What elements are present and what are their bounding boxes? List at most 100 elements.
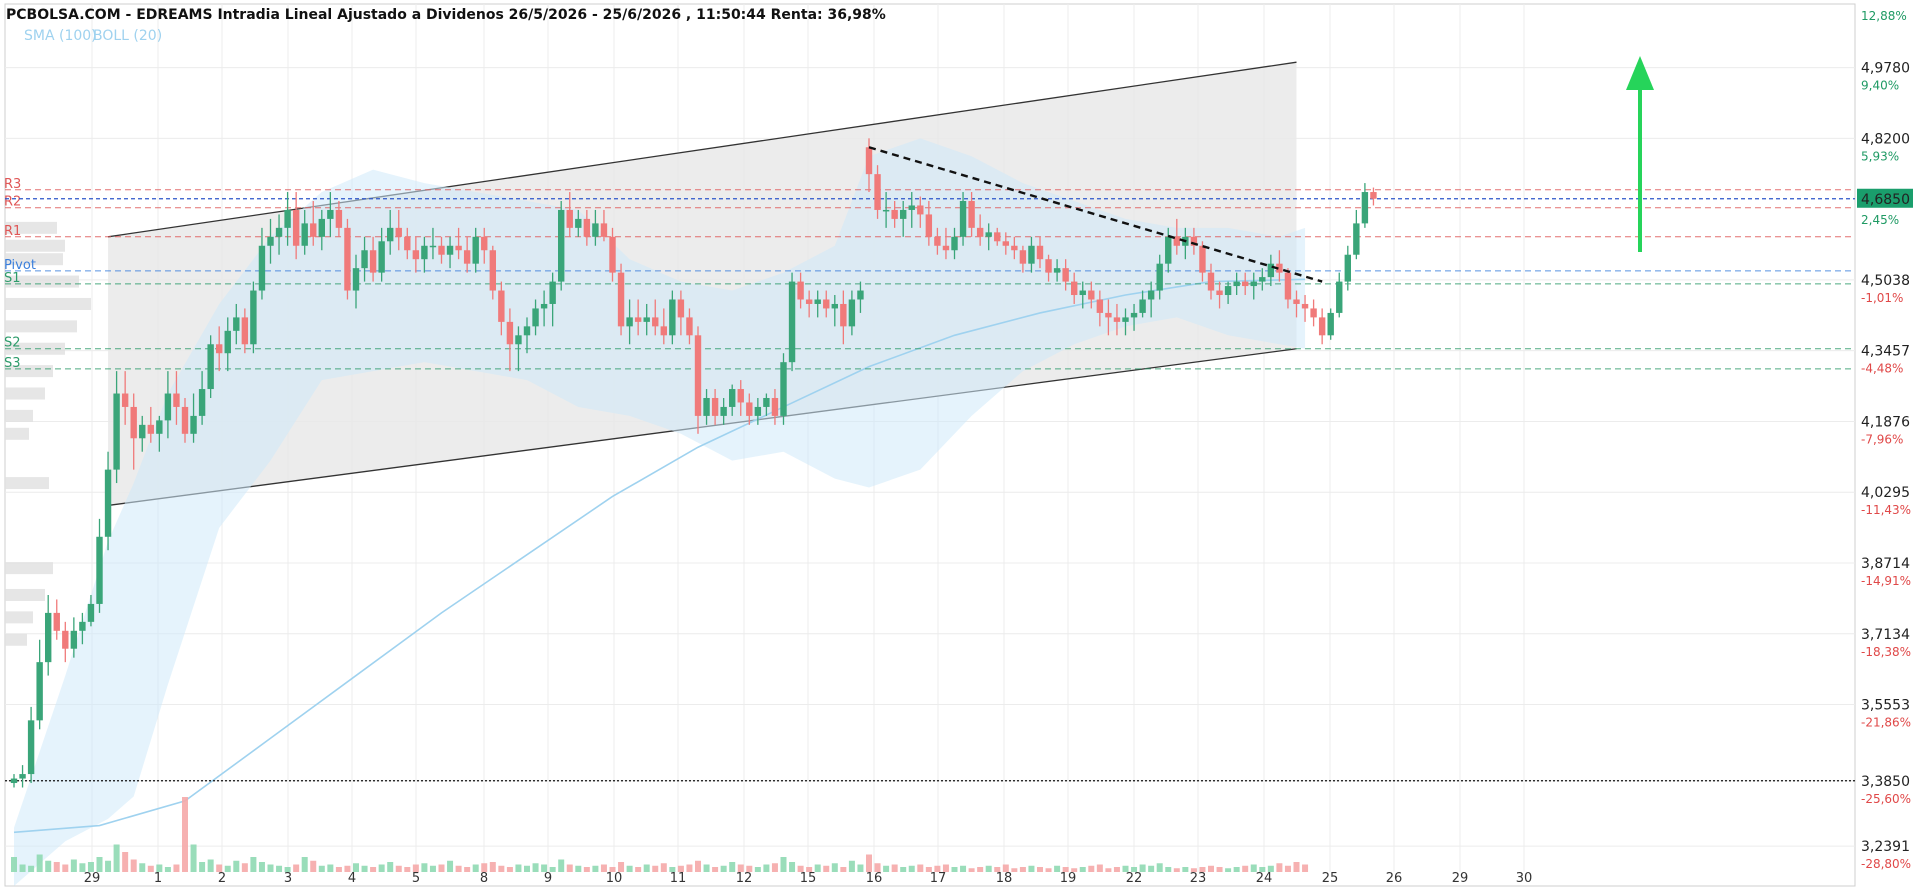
candle-body-150 [1293, 299, 1300, 304]
candle-body-27 [241, 317, 249, 345]
candle-body-88 [763, 397, 770, 407]
candle-body-77 [669, 299, 676, 336]
candle-body-118 [1019, 250, 1027, 264]
y-tick-pct-6: -14,91% [1861, 574, 1911, 588]
volume-bar-84 [729, 862, 736, 872]
candle-body-112 [968, 200, 975, 228]
volume-bar-44 [387, 862, 394, 872]
volume-bar-142 [1225, 868, 1232, 872]
candle-body-110 [951, 236, 958, 251]
candle-body-89 [771, 397, 779, 416]
candle-body-114 [985, 232, 992, 237]
profile-bar-1 [5, 239, 65, 252]
volume-bar-134 [1156, 863, 1163, 872]
profile-bar-4 [5, 297, 91, 310]
candle-body-94 [814, 299, 821, 304]
x-tick-label-6: 8 [480, 871, 488, 886]
volume-bar-2 [28, 865, 35, 872]
candle-body-61 [532, 308, 539, 327]
price-chart: R3R2R1PivotS1S2S3 4,97809,40%4,82005,93%… [0, 0, 1923, 891]
volume-bar-35 [310, 860, 317, 872]
profile-bar-12 [5, 562, 53, 575]
candle-body-126 [1088, 290, 1095, 300]
profile-bar-13 [5, 588, 45, 601]
candle-body-98 [848, 299, 856, 327]
volume-bar-60 [524, 865, 530, 872]
volume-bar-133 [1148, 865, 1155, 872]
volume-bar-48 [421, 863, 428, 872]
volume-bar-95 [823, 865, 830, 872]
candle-body-128 [1105, 312, 1112, 318]
candle-body-142 [1224, 286, 1232, 296]
volume-bar-4 [45, 860, 52, 872]
candle-body-132 [1139, 299, 1146, 313]
volume-bar-33 [293, 864, 300, 872]
y-tick-label-5: 4,0295 [1861, 485, 1910, 501]
x-tick-label-13: 17 [930, 871, 947, 886]
candle-body-39 [344, 227, 351, 291]
x-tick-label-20: 26 [1386, 871, 1403, 886]
volume-bar-29 [258, 862, 265, 872]
candle-body-60 [523, 326, 531, 336]
candle-body-116 [1002, 241, 1009, 246]
pivot-label-s1: S1 [4, 271, 21, 286]
candle-body-51 [446, 245, 454, 255]
volume-bar-53 [464, 867, 471, 872]
candle-body-32 [284, 209, 291, 228]
y-tick-label-0: 4,9780 [1861, 61, 1910, 77]
candle-body-107 [925, 214, 933, 237]
candle-body-122 [1053, 268, 1061, 273]
candle-body-8 [79, 621, 86, 631]
candle-body-81 [703, 397, 710, 416]
candle-body-35 [310, 223, 317, 237]
y-tick-pct-3: -4,48% [1861, 362, 1903, 376]
x-tick-label-19: 25 [1322, 871, 1339, 886]
y-tick-label-2: 4,5038 [1861, 273, 1910, 289]
candle-body-119 [1028, 245, 1035, 264]
candle-body-18 [164, 393, 172, 421]
pivot-label-r1: R1 [4, 224, 21, 239]
candle-body-66 [575, 218, 582, 228]
candle-body-63 [549, 281, 556, 304]
candle-body-70 [609, 236, 616, 273]
volume-bar-21 [190, 844, 197, 872]
y-tick-pct-1: 5,93% [1861, 149, 1899, 163]
candle-body-25 [224, 330, 231, 354]
candle-body-53 [463, 250, 471, 264]
candle-body-146 [1259, 277, 1266, 282]
candle-body-34 [301, 223, 308, 246]
candle-body-85 [737, 389, 744, 403]
candle-body-29 [258, 245, 266, 291]
x-tick-label-11: 15 [800, 871, 817, 886]
candle-body-92 [797, 281, 804, 300]
candle-body-83 [720, 406, 727, 416]
volume-bar-34 [301, 857, 308, 872]
volume-bar-26 [233, 860, 240, 872]
volume-bar-112 [968, 868, 975, 872]
candle-body-9 [87, 603, 95, 622]
volume-bar-19 [173, 864, 180, 872]
volume-bar-14 [130, 859, 137, 872]
candle-body-44 [387, 227, 394, 242]
volume-bar-113 [977, 867, 984, 872]
last-price-pct: 2,45% [1861, 213, 1899, 227]
volume-bar-58 [506, 867, 513, 872]
candle-body-76 [660, 326, 667, 336]
x-tick-label-16: 22 [1126, 871, 1143, 886]
volume-bar-20 [182, 797, 188, 872]
candle-body-4 [45, 612, 52, 663]
volume-bar-102 [883, 865, 890, 872]
boll-indicator-label: BOLL (20) [93, 28, 162, 44]
candle-body-59 [515, 335, 522, 345]
candle-body-10 [96, 536, 103, 604]
volume-bar-129 [1113, 867, 1120, 872]
candle-body-1 [19, 774, 26, 779]
volume-bar-111 [960, 865, 967, 872]
volume-bar-80 [695, 860, 701, 872]
profile-bar-10 [5, 427, 29, 440]
candle-body-149 [1284, 272, 1292, 300]
volume-bar-82 [712, 867, 719, 872]
candle-body-99 [857, 290, 864, 300]
volume-bar-96 [831, 863, 838, 872]
candle-body-57 [498, 290, 505, 322]
